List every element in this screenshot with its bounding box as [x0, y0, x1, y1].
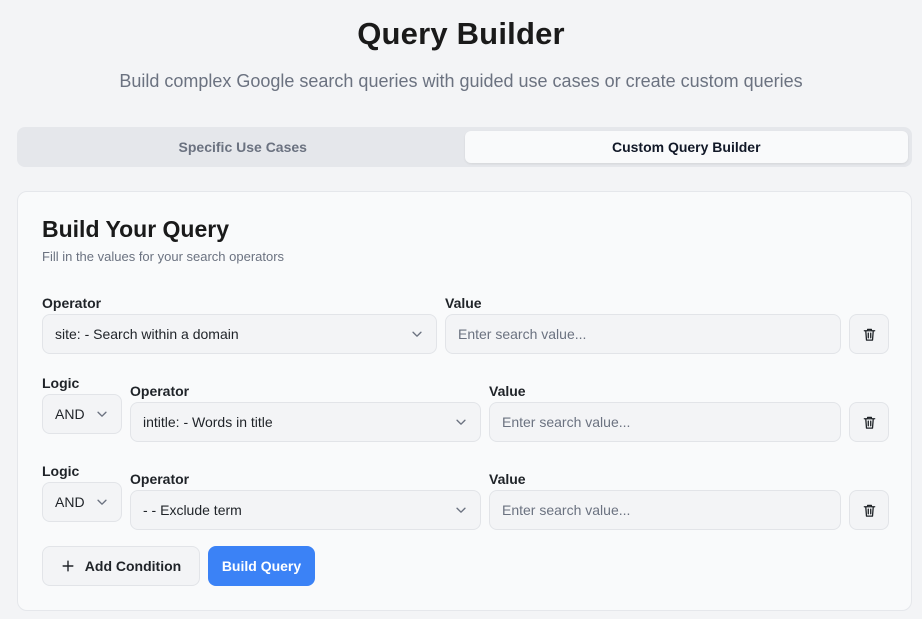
- trash-icon: [862, 415, 877, 430]
- logic-select[interactable]: AND: [42, 482, 122, 522]
- operator-select-value: - - Exclude term: [143, 502, 242, 518]
- tab-custom-query-builder[interactable]: Custom Query Builder: [464, 131, 908, 163]
- logic-select[interactable]: AND: [42, 394, 122, 434]
- trash-icon: [862, 327, 877, 342]
- value-input[interactable]: [489, 490, 841, 530]
- operator-select[interactable]: - - Exclude term: [130, 490, 481, 530]
- logic-select-value: AND: [55, 406, 85, 422]
- logic-label: Logic: [42, 463, 80, 479]
- add-condition-label: Add Condition: [84, 558, 182, 574]
- chevron-down-icon: [95, 495, 109, 509]
- chevron-down-icon: [410, 327, 424, 341]
- card-description: Fill in the values for your search opera…: [42, 249, 285, 264]
- operator-select[interactable]: site: - Search within a domain: [42, 314, 437, 354]
- value-input[interactable]: [489, 402, 841, 442]
- chevron-down-icon: [95, 407, 109, 421]
- add-condition-button[interactable]: Add Condition: [42, 546, 200, 586]
- value-input[interactable]: [445, 314, 841, 354]
- value-field[interactable]: [458, 326, 828, 342]
- operator-label: Operator: [42, 295, 102, 311]
- chevron-down-icon: [454, 415, 468, 429]
- value-label: Value: [489, 471, 526, 487]
- page-title: Query Builder: [357, 16, 565, 51]
- delete-condition-button[interactable]: [849, 314, 889, 354]
- operator-select[interactable]: intitle: - Words in title: [130, 402, 481, 442]
- operator-label: Operator: [130, 471, 190, 487]
- page-subtitle: Build complex Google search queries with…: [119, 71, 803, 91]
- value-label: Value: [445, 295, 482, 311]
- tab-specific-use-cases[interactable]: Specific Use Cases: [21, 131, 465, 163]
- delete-condition-button[interactable]: [849, 490, 889, 530]
- card-title: Build Your Query: [42, 216, 230, 242]
- logic-label: Logic: [42, 375, 80, 391]
- query-card: Build Your Query Fill in the values for …: [17, 191, 912, 611]
- operator-select-value: intitle: - Words in title: [143, 414, 273, 430]
- logic-select-value: AND: [55, 494, 85, 510]
- mode-tabs: Specific Use Cases Custom Query Builder: [17, 127, 912, 167]
- plus-icon: [61, 559, 75, 573]
- value-field[interactable]: [502, 502, 828, 518]
- value-label: Value: [489, 383, 526, 399]
- value-field[interactable]: [502, 414, 828, 430]
- delete-condition-button[interactable]: [849, 402, 889, 442]
- trash-icon: [862, 503, 877, 518]
- build-query-button[interactable]: Build Query: [208, 546, 315, 586]
- chevron-down-icon: [454, 503, 468, 517]
- operator-label: Operator: [130, 383, 190, 399]
- operator-select-value: site: - Search within a domain: [55, 326, 239, 342]
